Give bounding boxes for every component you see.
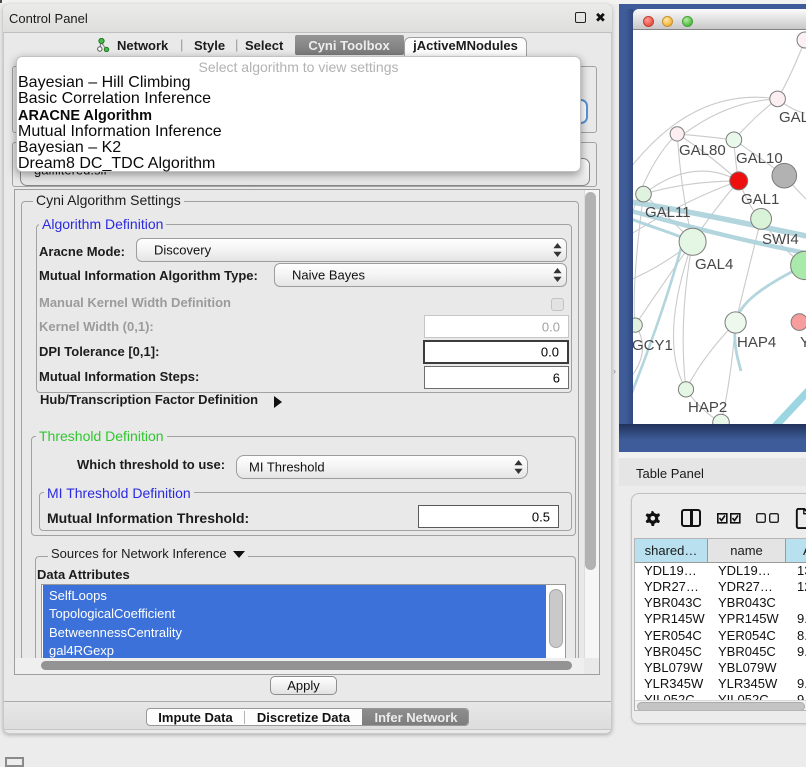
svg-text:Y: Y [800,334,806,351]
svg-text:GAL: GAL [779,109,806,126]
svg-text:HAP2: HAP2 [688,399,727,416]
svg-text:GAL11: GAL11 [645,204,691,221]
svg-text:GAL1: GAL1 [741,191,779,208]
svg-text:GAL4: GAL4 [695,256,733,273]
svg-text:HAP4: HAP4 [737,334,776,351]
svg-text:SWI4: SWI4 [762,231,799,248]
svg-text:GCY1: GCY1 [633,337,673,354]
svg-text:GAL10: GAL10 [736,150,783,167]
svg-text:GAL80: GAL80 [679,142,726,159]
